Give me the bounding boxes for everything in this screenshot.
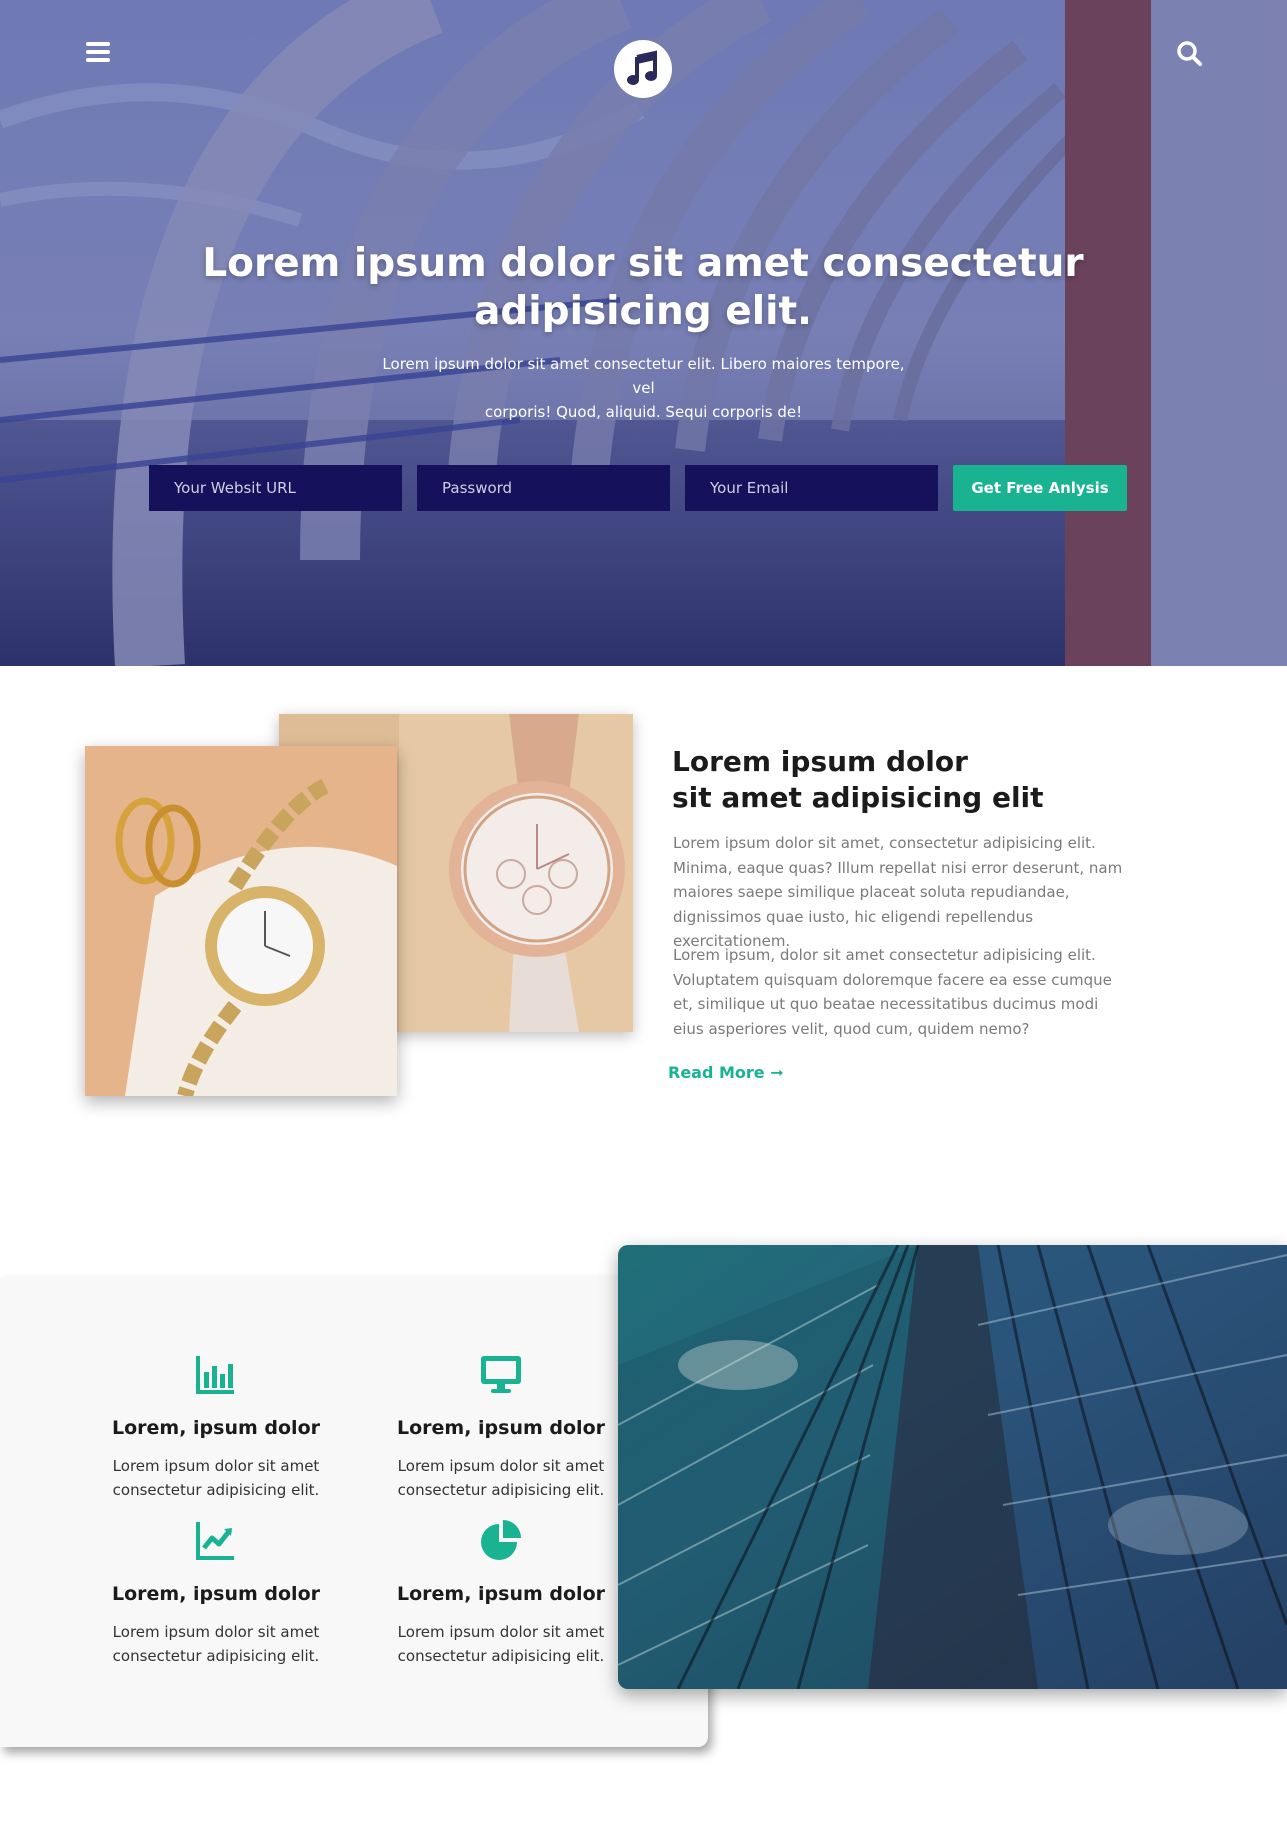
about-title: Lorem ipsum dolor sit amet adipisicing e… [672, 744, 1132, 816]
music-note-logo-icon[interactable] [614, 40, 672, 98]
hero-title-line2: adipisicing elit. [474, 289, 812, 334]
hero-title-line1: Lorem ipsum dolor sit amet consectetur [202, 241, 1084, 286]
get-free-analysis-button[interactable]: Get Free Anlysis [953, 465, 1127, 511]
feature-text: Lorem ipsum dolor sit amet consectetur a… [397, 1623, 605, 1665]
hero-subtitle-line1: Lorem ipsum dolor sit amet consectetur e… [382, 355, 905, 397]
feature-text: Lorem ipsum dolor sit amet consectetur a… [397, 1457, 605, 1499]
desktop-icon [481, 1356, 521, 1393]
pie-chart-icon [481, 1520, 521, 1560]
feature-item: Lorem, ipsum dolor Lorem ipsum dolor sit… [381, 1352, 621, 1502]
website-url-placeholder: Your Websit URL [174, 479, 296, 497]
line-chart-icon [196, 1522, 234, 1560]
glass-building-image [618, 1245, 1287, 1689]
website-url-input[interactable]: Your Websit URL [149, 465, 402, 511]
feature-title: Lorem, ipsum dolor [397, 1417, 605, 1439]
bar-chart-icon [196, 1356, 234, 1394]
password-placeholder: Password [442, 479, 513, 497]
hero-title: Lorem ipsum dolor sit amet consectetur a… [193, 240, 1093, 336]
about-title-line1: Lorem ipsum dolor [672, 745, 968, 778]
hero-section: Lorem ipsum dolor sit amet consectetur a… [0, 0, 1287, 666]
hero-subtitle: Lorem ipsum dolor sit amet consectetur e… [380, 352, 907, 424]
email-input[interactable]: Your Email [685, 465, 938, 511]
feature-item: Lorem, ipsum dolor Lorem ipsum dolor sit… [96, 1518, 336, 1668]
feature-title: Lorem, ipsum dolor [112, 1583, 320, 1605]
search-icon[interactable] [1176, 40, 1202, 66]
gold-watch-image [85, 746, 397, 1096]
feature-item: Lorem, ipsum dolor Lorem ipsum dolor sit… [381, 1518, 621, 1668]
about-title-line2: sit amet adipisicing elit [672, 781, 1044, 814]
about-paragraph-1: Lorem ipsum dolor sit amet, consectetur … [673, 834, 1123, 950]
features-card [0, 1277, 708, 1747]
hamburger-menu-icon[interactable] [86, 42, 110, 62]
about-paragraph-2: Lorem ipsum, dolor sit amet consectetur … [673, 946, 1112, 1038]
feature-title: Lorem, ipsum dolor [112, 1417, 320, 1439]
hero-subtitle-line2: corporis! Quod, aliquid. Sequi corporis … [484, 403, 803, 421]
email-placeholder: Your Email [710, 479, 789, 497]
feature-title: Lorem, ipsum dolor [397, 1583, 605, 1605]
feature-text: Lorem ipsum dolor sit amet consectetur a… [112, 1623, 320, 1665]
read-more-link[interactable]: Read More ➞ [668, 1063, 784, 1082]
feature-item: Lorem, ipsum dolor Lorem ipsum dolor sit… [96, 1352, 336, 1502]
password-input[interactable]: Password [417, 465, 670, 511]
feature-text: Lorem ipsum dolor sit amet consectetur a… [112, 1457, 320, 1499]
